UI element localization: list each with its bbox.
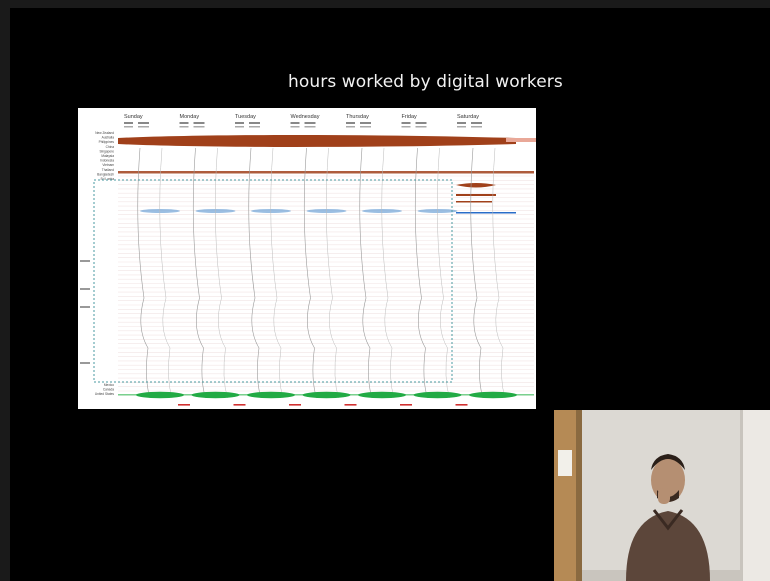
day-sublabel xyxy=(401,126,411,128)
chart-canvas: Sunday Monday Tuesday Wednesday Thursday Frid… xyxy=(80,114,536,406)
day-curve xyxy=(248,147,262,399)
band-row xyxy=(456,194,496,196)
country-label: Malaysia xyxy=(101,154,114,158)
day-sublabel xyxy=(179,122,189,124)
day-sublabel xyxy=(304,126,316,128)
wall-notice xyxy=(558,450,572,476)
day-sublabel xyxy=(249,122,260,124)
americas-blob xyxy=(302,391,351,399)
day-sublabel xyxy=(457,126,466,128)
day-sublabel xyxy=(138,122,149,124)
day-sublabel xyxy=(290,126,300,128)
region-label-mark xyxy=(80,260,90,262)
country-label: Vietnam xyxy=(102,163,114,167)
day-label: Monday xyxy=(180,114,200,120)
day-curve xyxy=(414,147,428,399)
americas-blob xyxy=(191,391,240,399)
hours-worked-chart: Sunday Monday Tuesday Wednesday Thursday Frid… xyxy=(78,108,536,409)
day-sublabel xyxy=(360,126,371,128)
day-curve xyxy=(303,147,317,399)
presenter-image xyxy=(554,410,770,581)
day-curve xyxy=(381,147,395,399)
country-label: Indonesia xyxy=(100,159,114,163)
americas-blob xyxy=(358,391,406,399)
day-curve xyxy=(359,147,373,399)
region-label-mark xyxy=(80,306,90,308)
time-marker xyxy=(178,404,190,406)
day-sublabel xyxy=(401,122,411,124)
day-label: Friday xyxy=(402,114,418,120)
day-sublabel xyxy=(415,126,427,128)
day-sublabel xyxy=(138,126,149,128)
country-label: Philippines xyxy=(99,140,115,144)
day-label: Tuesday xyxy=(235,114,256,120)
americas-blob xyxy=(136,391,184,399)
time-marker xyxy=(233,404,246,406)
country-label: Thailand xyxy=(102,168,114,172)
day-curve xyxy=(326,147,339,399)
day-sublabel xyxy=(471,122,482,124)
day-sublabel xyxy=(235,126,244,128)
time-marker xyxy=(289,404,301,406)
day-sublabel xyxy=(179,126,189,128)
band-blob xyxy=(456,183,496,188)
day-sublabel xyxy=(304,122,316,124)
day-label: Sunday xyxy=(124,114,143,120)
day-sublabel xyxy=(290,122,300,124)
time-marker xyxy=(344,404,357,406)
day-sublabel xyxy=(193,122,205,124)
day-sublabel xyxy=(415,122,427,124)
country-label: Canada xyxy=(103,388,114,392)
presenter-video xyxy=(554,410,770,581)
doorway xyxy=(742,410,770,581)
country-label: United States xyxy=(95,392,115,396)
day-curve xyxy=(270,147,284,399)
day-sublabel xyxy=(124,122,133,124)
slide-title: hours worked by digital workers xyxy=(288,72,563,92)
day-sublabel xyxy=(360,122,371,124)
day-curve xyxy=(137,147,151,399)
day-sublabel xyxy=(235,122,244,124)
asia-band xyxy=(118,135,516,147)
door-frame xyxy=(554,410,576,581)
americas-blob xyxy=(469,391,517,399)
day-sublabel xyxy=(193,126,205,128)
day-sublabel xyxy=(124,126,133,128)
day-sublabel xyxy=(457,122,466,124)
americas-blob xyxy=(247,391,295,399)
day-curve xyxy=(192,147,206,399)
country-label: Australia xyxy=(102,136,115,140)
day-sublabel xyxy=(471,126,482,128)
country-label: Singapore xyxy=(99,149,114,153)
day-sublabel xyxy=(346,122,355,124)
country-label: Bangladesh xyxy=(97,172,114,176)
country-label: New Zealand xyxy=(95,131,114,135)
country-label: Mexico xyxy=(104,383,114,387)
day-curve xyxy=(492,147,506,399)
asia-band-tail xyxy=(506,138,536,142)
country-label: China xyxy=(106,145,115,149)
day-sublabel xyxy=(346,126,355,128)
day-curve xyxy=(437,147,450,399)
day-curve xyxy=(215,147,228,399)
band-row xyxy=(456,212,516,214)
time-marker xyxy=(400,404,412,406)
presenter-hand xyxy=(658,488,670,504)
day-label: Wednesday xyxy=(291,114,320,120)
time-marker xyxy=(455,404,468,406)
day-sublabel xyxy=(249,126,260,128)
americas-blob xyxy=(413,391,462,399)
band-row xyxy=(456,201,492,203)
day-label: Thursday xyxy=(346,114,369,120)
region-label-mark xyxy=(80,362,90,364)
day-label: Saturday xyxy=(457,114,479,120)
day-curve xyxy=(159,147,173,399)
region-label-mark xyxy=(80,288,90,290)
